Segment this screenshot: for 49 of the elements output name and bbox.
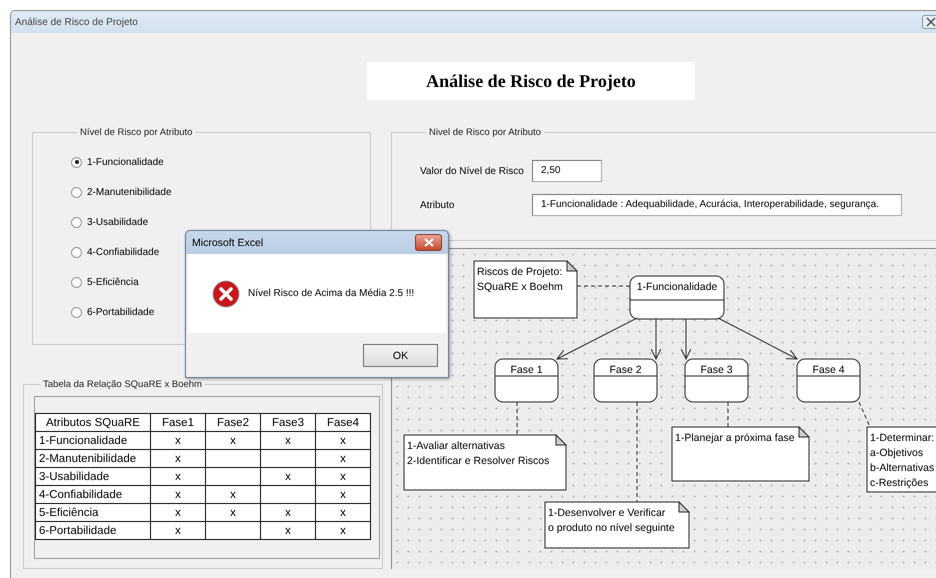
- column-header: Fase2: [206, 414, 260, 432]
- table-cell: x: [206, 486, 260, 504]
- state-node: 1-Funcionalidade: [630, 276, 724, 320]
- table-cell: 1-Funcionalidade: [36, 432, 150, 450]
- note: 1-Avaliar alternativas 2-Identificar e Resolver Riscos: [404, 434, 568, 490]
- table-cell: x: [206, 504, 260, 522]
- group-title: Nível de Risco por Atributo: [79, 127, 194, 138]
- table-cell: 5-Eficiência: [36, 504, 150, 522]
- table-cell: x: [150, 432, 206, 450]
- column-header: Fase1: [150, 414, 206, 432]
- table-cell: x: [150, 468, 206, 486]
- table-cell: 2-Manutenibilidade: [36, 450, 150, 468]
- table-cell: x: [260, 468, 316, 486]
- group-title: Nivel de Risco por Atributo: [428, 127, 542, 138]
- window-title: Análise de Risco de Projeto: [15, 16, 138, 28]
- table-cell: 3-Usabilidade: [36, 468, 150, 486]
- table-cell: x: [150, 486, 206, 504]
- table-cell: x: [150, 450, 206, 468]
- column-header: Fase3: [260, 414, 316, 432]
- group-title: Tabela da Relação SQuaRE x Boehm: [42, 379, 203, 390]
- table-cell: 4-Confiabilidade: [36, 486, 150, 504]
- note: 1-Determinar: a-Objetivos b-Alternativas c-Restrições: [866, 426, 936, 492]
- table-cell: x: [260, 504, 316, 522]
- note: 1-Desenvolver e Verificar o produto no nível seguinte: [544, 500, 690, 548]
- table-cell: x: [206, 432, 260, 450]
- table-cell: x: [316, 450, 370, 468]
- table-cell: x: [260, 432, 316, 450]
- state-node: Fase 2: [594, 358, 658, 402]
- table-cell: 6-Portabilidade: [36, 522, 150, 540]
- field-label: Atributo: [420, 199, 456, 211]
- note: Riscos de Projeto: SQuaRE x Boehm: [474, 260, 578, 318]
- table-cell: x: [316, 486, 370, 504]
- note: 1-Planejar a próxima fase: [672, 426, 810, 482]
- column-header: Atributos SQuaRE: [36, 414, 150, 432]
- table-cell: x: [316, 468, 370, 486]
- page-heading: Análise de Risco de Projeto: [367, 62, 695, 100]
- dialog-title: Microsoft Excel: [192, 236, 264, 248]
- dialog-message: Nível Risco de Acima da Média 2.5 !!!: [248, 288, 414, 299]
- table-cell: x: [260, 522, 316, 540]
- column-header: Fase4: [316, 414, 370, 432]
- state-node: Fase 1: [494, 358, 558, 402]
- table-cell: x: [316, 504, 370, 522]
- table-cell: x: [316, 522, 370, 540]
- table-cell: x: [150, 504, 206, 522]
- state-node: Fase 4: [796, 358, 860, 402]
- table-cell: x: [316, 432, 370, 450]
- state-node: Fase 3: [684, 358, 748, 402]
- table-cell: x: [150, 522, 206, 540]
- field-label: Valor do Nível de Risco: [420, 165, 525, 177]
